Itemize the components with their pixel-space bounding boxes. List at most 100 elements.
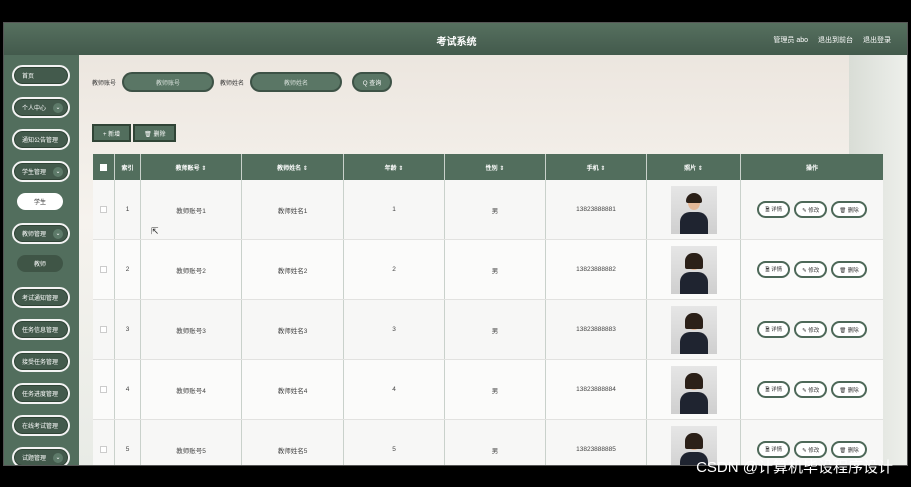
- sidebar-item-label: 试题管理: [22, 456, 47, 462]
- chevron-down-icon: ⌄: [53, 229, 63, 239]
- sidebar-item-label: 接受任务管理: [22, 360, 59, 366]
- edit-button[interactable]: ✎ 修改: [794, 261, 828, 278]
- detail-button[interactable]: 🗎 详情: [757, 321, 791, 338]
- sidebar-item-label: 通知公告管理: [22, 138, 59, 144]
- cell-photo: [647, 360, 741, 419]
- sidebar: 首页个人中心 ⌄ 通知公告管理学生管理 ⌄ 学生教师管理 ⌄ 教师考试通知管理任务信息管理接…: [4, 55, 79, 465]
- row-checkbox[interactable]: [100, 266, 107, 273]
- sidebar-item-12[interactable]: 试题管理 ⌄: [12, 447, 70, 465]
- delete-row-button[interactable]: 🗑 删除: [831, 381, 867, 398]
- cell-actions: 🗎 详情 ✎ 修改 🗑 删除: [741, 180, 883, 239]
- name-label: 教师姓名: [220, 80, 245, 87]
- cell-account: 教师账号4: [141, 360, 242, 419]
- cell-age: 2: [344, 240, 445, 299]
- sidebar-subitem-4[interactable]: 学生: [17, 193, 63, 210]
- add-button[interactable]: + 新增: [92, 124, 132, 142]
- row-actions: 🗎 详情 ✎ 修改 🗑 删除: [757, 381, 867, 398]
- select-all-cell: [93, 154, 115, 180]
- photo-hair: [684, 252, 703, 269]
- header-phone[interactable]: 手机 ⇕: [546, 154, 647, 180]
- logout-link[interactable]: 退出登录: [863, 35, 891, 45]
- header-photo[interactable]: 照片 ⇕: [647, 154, 741, 180]
- table-row[interactable]: 4 教师账号4 教师姓名4 4 男 13823888884 🗎 详情 ✎ 修改 🗑 删除: [93, 360, 883, 420]
- teacher-photo[interactable]: [670, 365, 717, 414]
- header-name[interactable]: 教师姓名 ⇕: [242, 154, 344, 180]
- account-search-input[interactable]: 教师账号: [122, 72, 215, 92]
- header-age[interactable]: 年龄 ⇕: [344, 154, 445, 180]
- chevron-down-icon: ⌄: [53, 167, 63, 177]
- cell-account: 教师账号3: [141, 300, 242, 359]
- sidebar-subitem-6[interactable]: 教师: [17, 255, 63, 272]
- photo-hair: [684, 312, 703, 329]
- sidebar-item-8[interactable]: 任务信息管理: [12, 319, 70, 340]
- cell-gender: 男: [445, 300, 546, 359]
- header-gender[interactable]: 性别 ⇕: [445, 154, 546, 180]
- cell-age: 1: [344, 180, 445, 239]
- table-header: 索引 教师账号 ⇕ 教师姓名 ⇕ 年龄 ⇕ 性别 ⇕ 手机 ⇕ 照片 ⇕ 操作: [93, 154, 883, 180]
- admin-user-link[interactable]: 管理员 abo: [773, 35, 808, 45]
- sidebar-item-10[interactable]: 任务进度管理: [12, 383, 70, 404]
- sidebar-item-5[interactable]: 教师管理 ⌄: [12, 223, 70, 244]
- cell-name: 教师姓名5: [242, 420, 344, 465]
- teacher-photo[interactable]: [670, 185, 717, 234]
- sidebar-item-11[interactable]: 在线考试管理: [12, 415, 70, 436]
- chevron-down-icon: ⌄: [53, 103, 63, 113]
- table-row[interactable]: 2 教师账号2 教师姓名2 2 男 13823888882 🗎 详情 ✎ 修改 🗑 删除: [93, 240, 883, 300]
- delete-row-button[interactable]: 🗑 删除: [831, 201, 867, 218]
- teacher-table: 索引 教师账号 ⇕ 教师姓名 ⇕ 年龄 ⇕ 性别 ⇕ 手机 ⇕ 照片 ⇕ 操作 …: [93, 154, 883, 465]
- delete-row-button[interactable]: 🗑 删除: [831, 261, 867, 278]
- sidebar-item-label: 教师管理: [22, 232, 47, 238]
- row-checkbox[interactable]: [100, 206, 107, 213]
- sidebar-item-label: 任务信息管理: [22, 328, 59, 334]
- cell-phone: 13823888883: [546, 300, 647, 359]
- search-button[interactable]: Q 查询: [352, 72, 393, 92]
- row-checkbox-cell: [93, 360, 115, 419]
- exit-to-frontend-link[interactable]: 退出到前台: [818, 35, 853, 45]
- photo-body: [679, 271, 708, 294]
- sidebar-item-2[interactable]: 通知公告管理: [12, 129, 70, 150]
- name-search-input[interactable]: 教师姓名: [250, 72, 343, 92]
- account-label: 教师账号: [92, 80, 117, 87]
- row-checkbox[interactable]: [100, 326, 107, 333]
- sidebar-item-3[interactable]: 学生管理 ⌄: [12, 161, 70, 182]
- cell-phone: 13823888882: [546, 240, 647, 299]
- header-account[interactable]: 教师账号 ⇕: [141, 154, 242, 180]
- teacher-photo[interactable]: [670, 245, 717, 294]
- row-actions: 🗎 详情 ✎ 修改 🗑 删除: [757, 201, 867, 218]
- sidebar-item-7[interactable]: 考试通知管理: [12, 287, 70, 308]
- teacher-photo[interactable]: [670, 305, 717, 354]
- row-checkbox-cell: [93, 420, 115, 465]
- row-checkbox-cell: [93, 300, 115, 359]
- select-all-checkbox[interactable]: [100, 163, 107, 171]
- sidebar-item-label: 在线考试管理: [22, 424, 59, 430]
- cell-name: 教师姓名4: [242, 360, 344, 419]
- sidebar-item-9[interactable]: 接受任务管理: [12, 351, 70, 372]
- row-actions: 🗎 详情 ✎ 修改 🗑 删除: [757, 321, 867, 338]
- edit-button[interactable]: ✎ 修改: [794, 321, 828, 338]
- sidebar-item-label: 学生: [33, 200, 46, 206]
- delete-row-button[interactable]: 🗑 删除: [831, 321, 867, 338]
- photo-body: [679, 331, 708, 354]
- table-row[interactable]: 3 教师账号3 教师姓名3 3 男 13823888883 🗎 详情 ✎ 修改 🗑 删除: [93, 300, 883, 360]
- sidebar-item-0[interactable]: 首页: [12, 65, 70, 86]
- cell-gender: 男: [445, 360, 546, 419]
- sidebar-item-label: 首页: [22, 74, 35, 80]
- row-checkbox-cell: [93, 180, 115, 239]
- cell-actions: 🗎 详情 ✎ 修改 🗑 删除: [741, 300, 883, 359]
- cell-name: 教师姓名1: [242, 180, 344, 239]
- edit-button[interactable]: ✎ 修改: [794, 201, 828, 218]
- cell-age: 4: [344, 360, 445, 419]
- chevron-down-icon: ⌄: [53, 453, 63, 463]
- edit-button[interactable]: ✎ 修改: [794, 381, 828, 398]
- row-checkbox[interactable]: [100, 446, 107, 453]
- cell-phone: 13823888881: [546, 180, 647, 239]
- cell-name: 教师姓名3: [242, 300, 344, 359]
- sidebar-item-1[interactable]: 个人中心 ⌄: [12, 97, 70, 118]
- delete-button[interactable]: 🗑 删除: [133, 124, 177, 142]
- row-checkbox[interactable]: [100, 386, 107, 393]
- detail-button[interactable]: 🗎 详情: [757, 261, 791, 278]
- detail-button[interactable]: 🗎 详情: [757, 381, 791, 398]
- cell-age: 3: [344, 300, 445, 359]
- table-row[interactable]: 1 教师账号1 教师姓名1 1 男 13823888881 🗎 详情 ✎ 修改 🗑 删除: [93, 180, 883, 240]
- detail-button[interactable]: 🗎 详情: [757, 201, 791, 218]
